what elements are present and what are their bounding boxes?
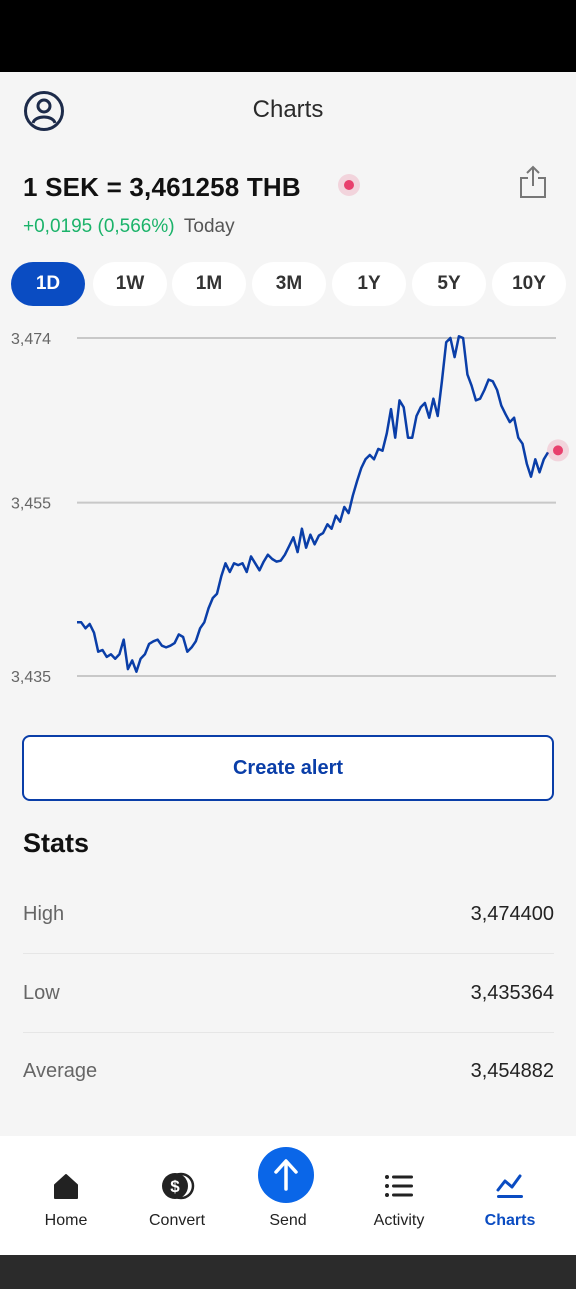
exchange-rate: 1 SEK = 3,461258 THB xyxy=(23,172,301,202)
rate-chart: 3,474 3,455 3,435 xyxy=(11,331,569,686)
stat-value: 3,474400 xyxy=(470,903,554,925)
live-indicator xyxy=(338,174,360,196)
share-button[interactable] xyxy=(516,164,550,200)
system-nav-bar xyxy=(0,1255,576,1289)
series-line xyxy=(77,335,550,673)
y-tick-label: 3,474 xyxy=(11,331,51,348)
nav-activity[interactable]: Activity xyxy=(343,1136,455,1255)
period-10y[interactable]: 10Y xyxy=(492,262,566,306)
period-1w[interactable]: 1W xyxy=(93,262,167,306)
status-bar xyxy=(0,0,576,72)
period-1y[interactable]: 1Y xyxy=(332,262,406,306)
change-period: Today xyxy=(183,216,235,237)
nav-label: Home xyxy=(44,1212,88,1229)
convert-icon: $ xyxy=(162,1172,195,1200)
stat-label: Average xyxy=(23,1060,98,1082)
nav-label: Convert xyxy=(148,1212,206,1229)
change-value: +0,0195 (0,566%) xyxy=(23,216,175,237)
send-button[interactable] xyxy=(258,1147,314,1203)
stat-value: 3,454882 xyxy=(470,1060,554,1082)
svg-text:$: $ xyxy=(170,1177,180,1196)
send-icon xyxy=(274,1159,298,1191)
period-3m[interactable]: 3M xyxy=(252,262,326,306)
bottom-nav: Home $ Convert Send Activity Charts xyxy=(0,1136,576,1255)
home-icon xyxy=(54,1174,78,1199)
stat-row-high: High 3,474400 xyxy=(23,876,554,954)
stats-title: Stats xyxy=(23,828,90,858)
period-1m[interactable]: 1M xyxy=(172,262,246,306)
nav-send[interactable]: Send xyxy=(232,1136,344,1255)
last-point-marker xyxy=(553,445,563,456)
y-tick-label: 3,455 xyxy=(11,496,51,513)
charts-icon xyxy=(496,1174,523,1198)
period-5y[interactable]: 5Y xyxy=(412,262,486,306)
stat-label: High xyxy=(23,903,65,925)
period-selector: 1D 1W 1M 3M 1Y 5Y 10Y xyxy=(11,262,571,306)
period-1d[interactable]: 1D xyxy=(11,262,85,306)
nav-charts[interactable]: Charts xyxy=(454,1136,566,1255)
y-tick-label: 3,435 xyxy=(11,669,51,686)
stat-row-low: Low 3,435364 xyxy=(23,955,554,1033)
rate-change: +0,0195 (0,566%) Today xyxy=(23,216,235,238)
create-alert-button[interactable]: Create alert xyxy=(22,735,554,801)
stat-value: 3,435364 xyxy=(470,982,554,1004)
activity-icon xyxy=(385,1175,413,1197)
nav-convert[interactable]: $ Convert xyxy=(121,1136,233,1255)
page-title: Charts xyxy=(252,96,324,123)
nav-home[interactable]: Home xyxy=(10,1136,122,1255)
nav-label: Charts xyxy=(484,1212,536,1229)
stat-label: Low xyxy=(23,982,60,1004)
charts-screen: Charts 1 SEK = 3,461258 THB +0,0195 (0,5… xyxy=(0,72,576,1136)
stat-row-average: Average 3,454882 xyxy=(23,1033,554,1111)
nav-label: Send xyxy=(269,1212,307,1229)
nav-label: Activity xyxy=(373,1212,425,1229)
header: Charts xyxy=(0,72,576,148)
share-icon xyxy=(520,165,546,198)
